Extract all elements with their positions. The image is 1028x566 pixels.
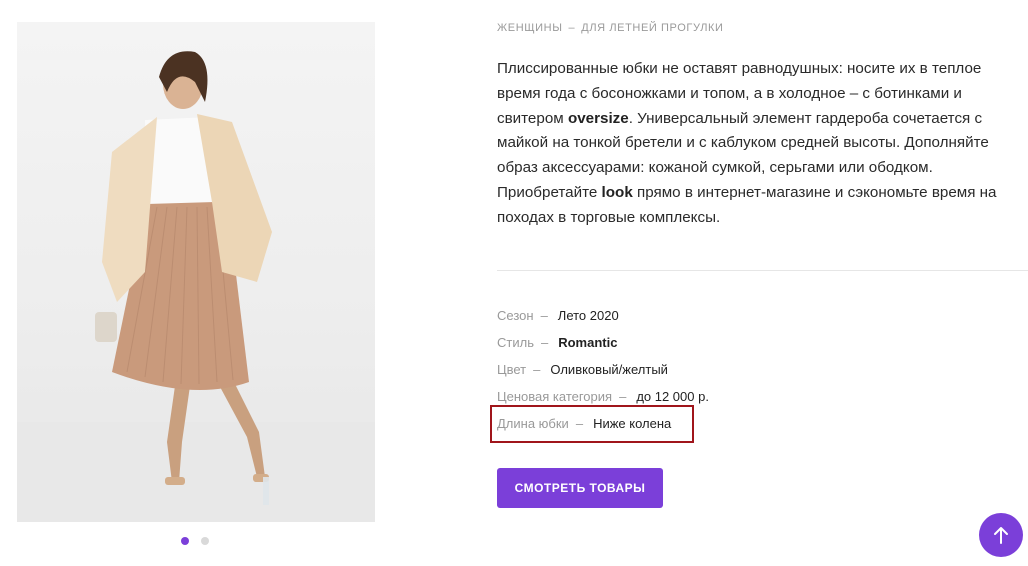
attribute-season: Сезон – Лето 2020 [497,308,619,323]
attribute-dash: – [540,308,548,323]
attribute-color: Цвет – Оливковый/желтый [497,362,668,377]
look-description: Плиссированные юбки не оставят равнодушн… [497,57,1012,231]
attribute-value: Лето 2020 [557,308,619,323]
gallery-dot-2[interactable] [201,537,209,545]
description-bold-2: look [601,183,633,201]
section-divider [497,270,1028,271]
attribute-label: Стиль [497,335,534,350]
attribute-label: Сезон [497,308,534,323]
description-bold-1: oversize [567,109,629,127]
attribute-value: Romantic [558,335,618,350]
attribute-label: Ценовая категория [497,389,613,404]
attribute-value: Оливковый/желтый [550,362,668,377]
breadcrumb: ЖЕНЩИНЫ – ДЛЯ ЛЕТНЕЙ ПРОГУЛКИ [497,22,724,34]
attribute-dash: – [619,389,627,404]
attribute-style: Стиль – Romantic [497,335,617,350]
breadcrumb-item-summer-walk[interactable]: ДЛЯ ЛЕТНЕЙ ПРОГУЛКИ [581,22,723,34]
product-photo [17,22,375,522]
arrow-up-icon [994,527,1008,544]
attribute-value: до 12 000 р. [636,389,709,404]
attribute-dash: – [540,335,549,350]
gallery-dot-1[interactable] [181,537,189,545]
gallery-pagination [181,537,209,545]
model-illustration [17,51,375,522]
breadcrumb-separator: – [568,22,576,34]
breadcrumb-item-women[interactable]: ЖЕНЩИНЫ [497,22,563,34]
attribute-price-category: Ценовая категория – до 12 000 р. [497,389,709,404]
scroll-to-top-button[interactable] [979,513,1023,557]
highlight-box [490,405,694,443]
attribute-dash: – [533,362,541,377]
view-products-button[interactable]: СМОТРЕТЬ ТОВАРЫ [497,468,663,508]
attribute-label: Цвет [497,362,527,377]
